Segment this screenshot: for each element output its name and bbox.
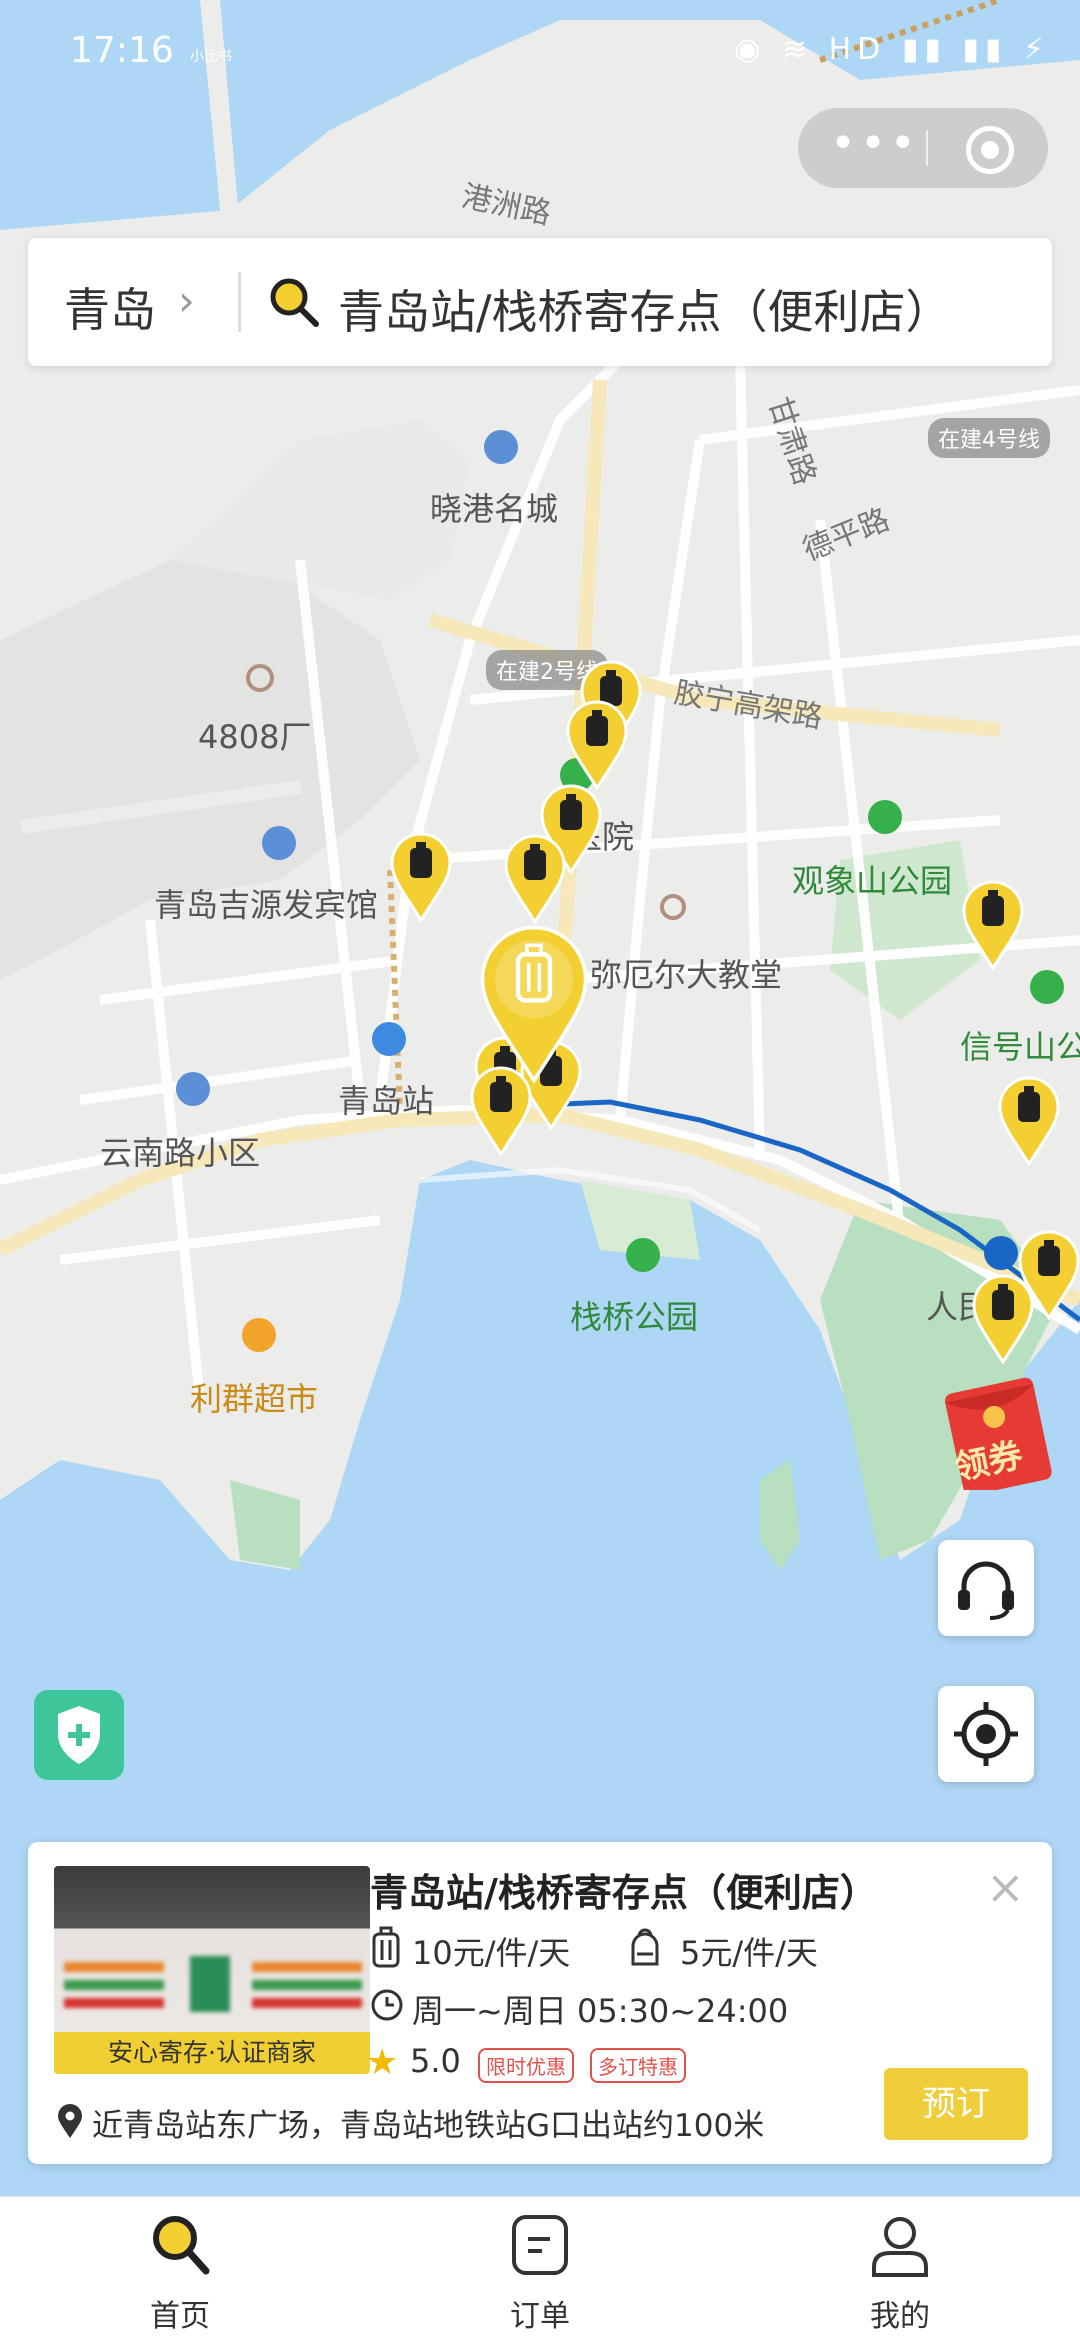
order-icon — [512, 2215, 568, 2275]
safety-button[interactable] — [34, 1690, 124, 1780]
supermarket-icon — [242, 1318, 276, 1352]
price-luggage: 10元/件/天 — [412, 1934, 571, 1972]
storage-pin[interactable] — [390, 832, 452, 922]
tab-bar: 首页 订单 我的 — [0, 2196, 1080, 2341]
tab-orders[interactable]: 订单 — [440, 2197, 640, 2341]
close-icon[interactable]: × — [986, 1860, 1025, 1914]
metro-tag-line4: 在建4号线 — [928, 418, 1050, 458]
clock-icon — [371, 1989, 403, 2021]
locate-icon — [954, 1702, 1018, 1766]
place-label-yunnan: 云南路小区 — [100, 1134, 261, 1172]
place-label-hotel: 青岛吉源发宾馆 — [154, 886, 379, 924]
rating-value: 5.0 — [410, 2042, 461, 2080]
coupon-button[interactable]: 领券 — [940, 1370, 1060, 1496]
price-bag: 5元/件/天 — [680, 1934, 818, 1972]
storage-pin[interactable] — [962, 880, 1024, 970]
search-bar[interactable]: 青岛 › 青岛站/栈桥寄存点（便利店） — [28, 238, 1052, 366]
tab-profile-label: 我的 — [870, 2299, 930, 2334]
storage-pin[interactable] — [972, 1274, 1034, 1364]
book-button[interactable]: 预订 — [884, 2068, 1028, 2140]
search-input[interactable]: 青岛站/栈桥寄存点（便利店） — [338, 276, 952, 342]
storage-pin[interactable] — [566, 700, 628, 790]
hotel-icon — [262, 826, 296, 860]
profile-icon — [872, 2217, 928, 2277]
badge-multi-order: 多订特惠 — [590, 2048, 686, 2083]
more-icon[interactable]: ••• — [830, 118, 920, 169]
locate-button[interactable] — [938, 1686, 1034, 1782]
building-icon — [484, 430, 518, 464]
cathedral-icon — [660, 894, 686, 920]
headset-icon — [958, 1561, 1014, 1620]
mountain-park-icon — [868, 800, 902, 834]
chevron-right-icon: › — [178, 276, 195, 325]
verified-merchant-label: 安心寄存·认证商家 — [54, 2032, 370, 2074]
place-label-xiaogang: 晓港名城 — [430, 490, 559, 528]
place-label-qingdao-station: 青岛站 — [338, 1082, 435, 1120]
backpack-icon — [631, 1928, 659, 1966]
tab-home-label: 首页 — [150, 2299, 210, 2334]
customer-service-button[interactable] — [938, 1540, 1034, 1636]
city-selector[interactable]: 青岛 — [64, 274, 156, 340]
place-label-4808: 4808厂 — [198, 718, 312, 756]
search-icon — [266, 274, 322, 330]
railway-station-icon — [372, 1022, 406, 1056]
place-label-liqun: 利群超市 — [190, 1380, 319, 1418]
luggage-icon — [372, 1926, 400, 1968]
place-label-xinhao: 信号山公 — [960, 1028, 1080, 1066]
capsule-divider — [926, 130, 928, 166]
store-title: 青岛站/栈桥寄存点（便利店） — [370, 1871, 878, 1915]
business-hours: 周一~周日 05:30~24:00 — [412, 1992, 789, 2030]
place-label-guanxiang: 观象山公园 — [792, 862, 953, 900]
star-icon: ★ — [366, 2042, 399, 2083]
place-label-cathedral: 弥厄尔大教堂 — [590, 956, 783, 994]
status-icons: ◉ ≋ HD ▮▮ ▮▮ ⚡ — [734, 32, 1050, 67]
status-small-text: 小比书 — [190, 49, 232, 65]
residence-icon — [176, 1072, 210, 1106]
store-thumbnail: 安心寄存·认证商家 — [54, 1866, 370, 2074]
search-icon — [153, 2216, 210, 2275]
store-address: 近青岛站东广场，青岛站地铁站G口出站约100米 — [92, 2108, 765, 2144]
park-icon — [626, 1238, 660, 1272]
tab-profile[interactable]: 我的 — [800, 2197, 1000, 2341]
storage-pin[interactable] — [998, 1076, 1060, 1166]
shield-icon — [58, 1706, 100, 1764]
search-divider — [238, 272, 241, 332]
scenic-icon — [1030, 970, 1064, 1004]
status-time: 17:16 — [70, 30, 174, 71]
selected-storage-pin[interactable] — [474, 924, 594, 1084]
miniprogram-capsule[interactable]: ••• — [798, 108, 1048, 188]
location-pin-icon — [58, 2104, 82, 2138]
metro-station-icon — [984, 1236, 1018, 1270]
status-bar: 17:16 小比书 ◉ ≋ HD ▮▮ ▮▮ ⚡ — [0, 0, 1080, 100]
tab-home[interactable]: 首页 — [80, 2197, 280, 2341]
tab-orders-label: 订单 — [510, 2299, 570, 2334]
badge-limited-offer: 限时优惠 — [478, 2048, 574, 2083]
storage-pin[interactable] — [504, 834, 566, 924]
place-label-zhanqiao-park: 栈桥公园 — [570, 1298, 699, 1336]
close-miniprogram-icon[interactable] — [966, 126, 1014, 174]
store-card[interactable]: 安心寄存·认证商家 青岛站/栈桥寄存点（便利店） × 10元/件/天 5元/件/… — [28, 1842, 1052, 2164]
factory-icon — [246, 664, 274, 692]
